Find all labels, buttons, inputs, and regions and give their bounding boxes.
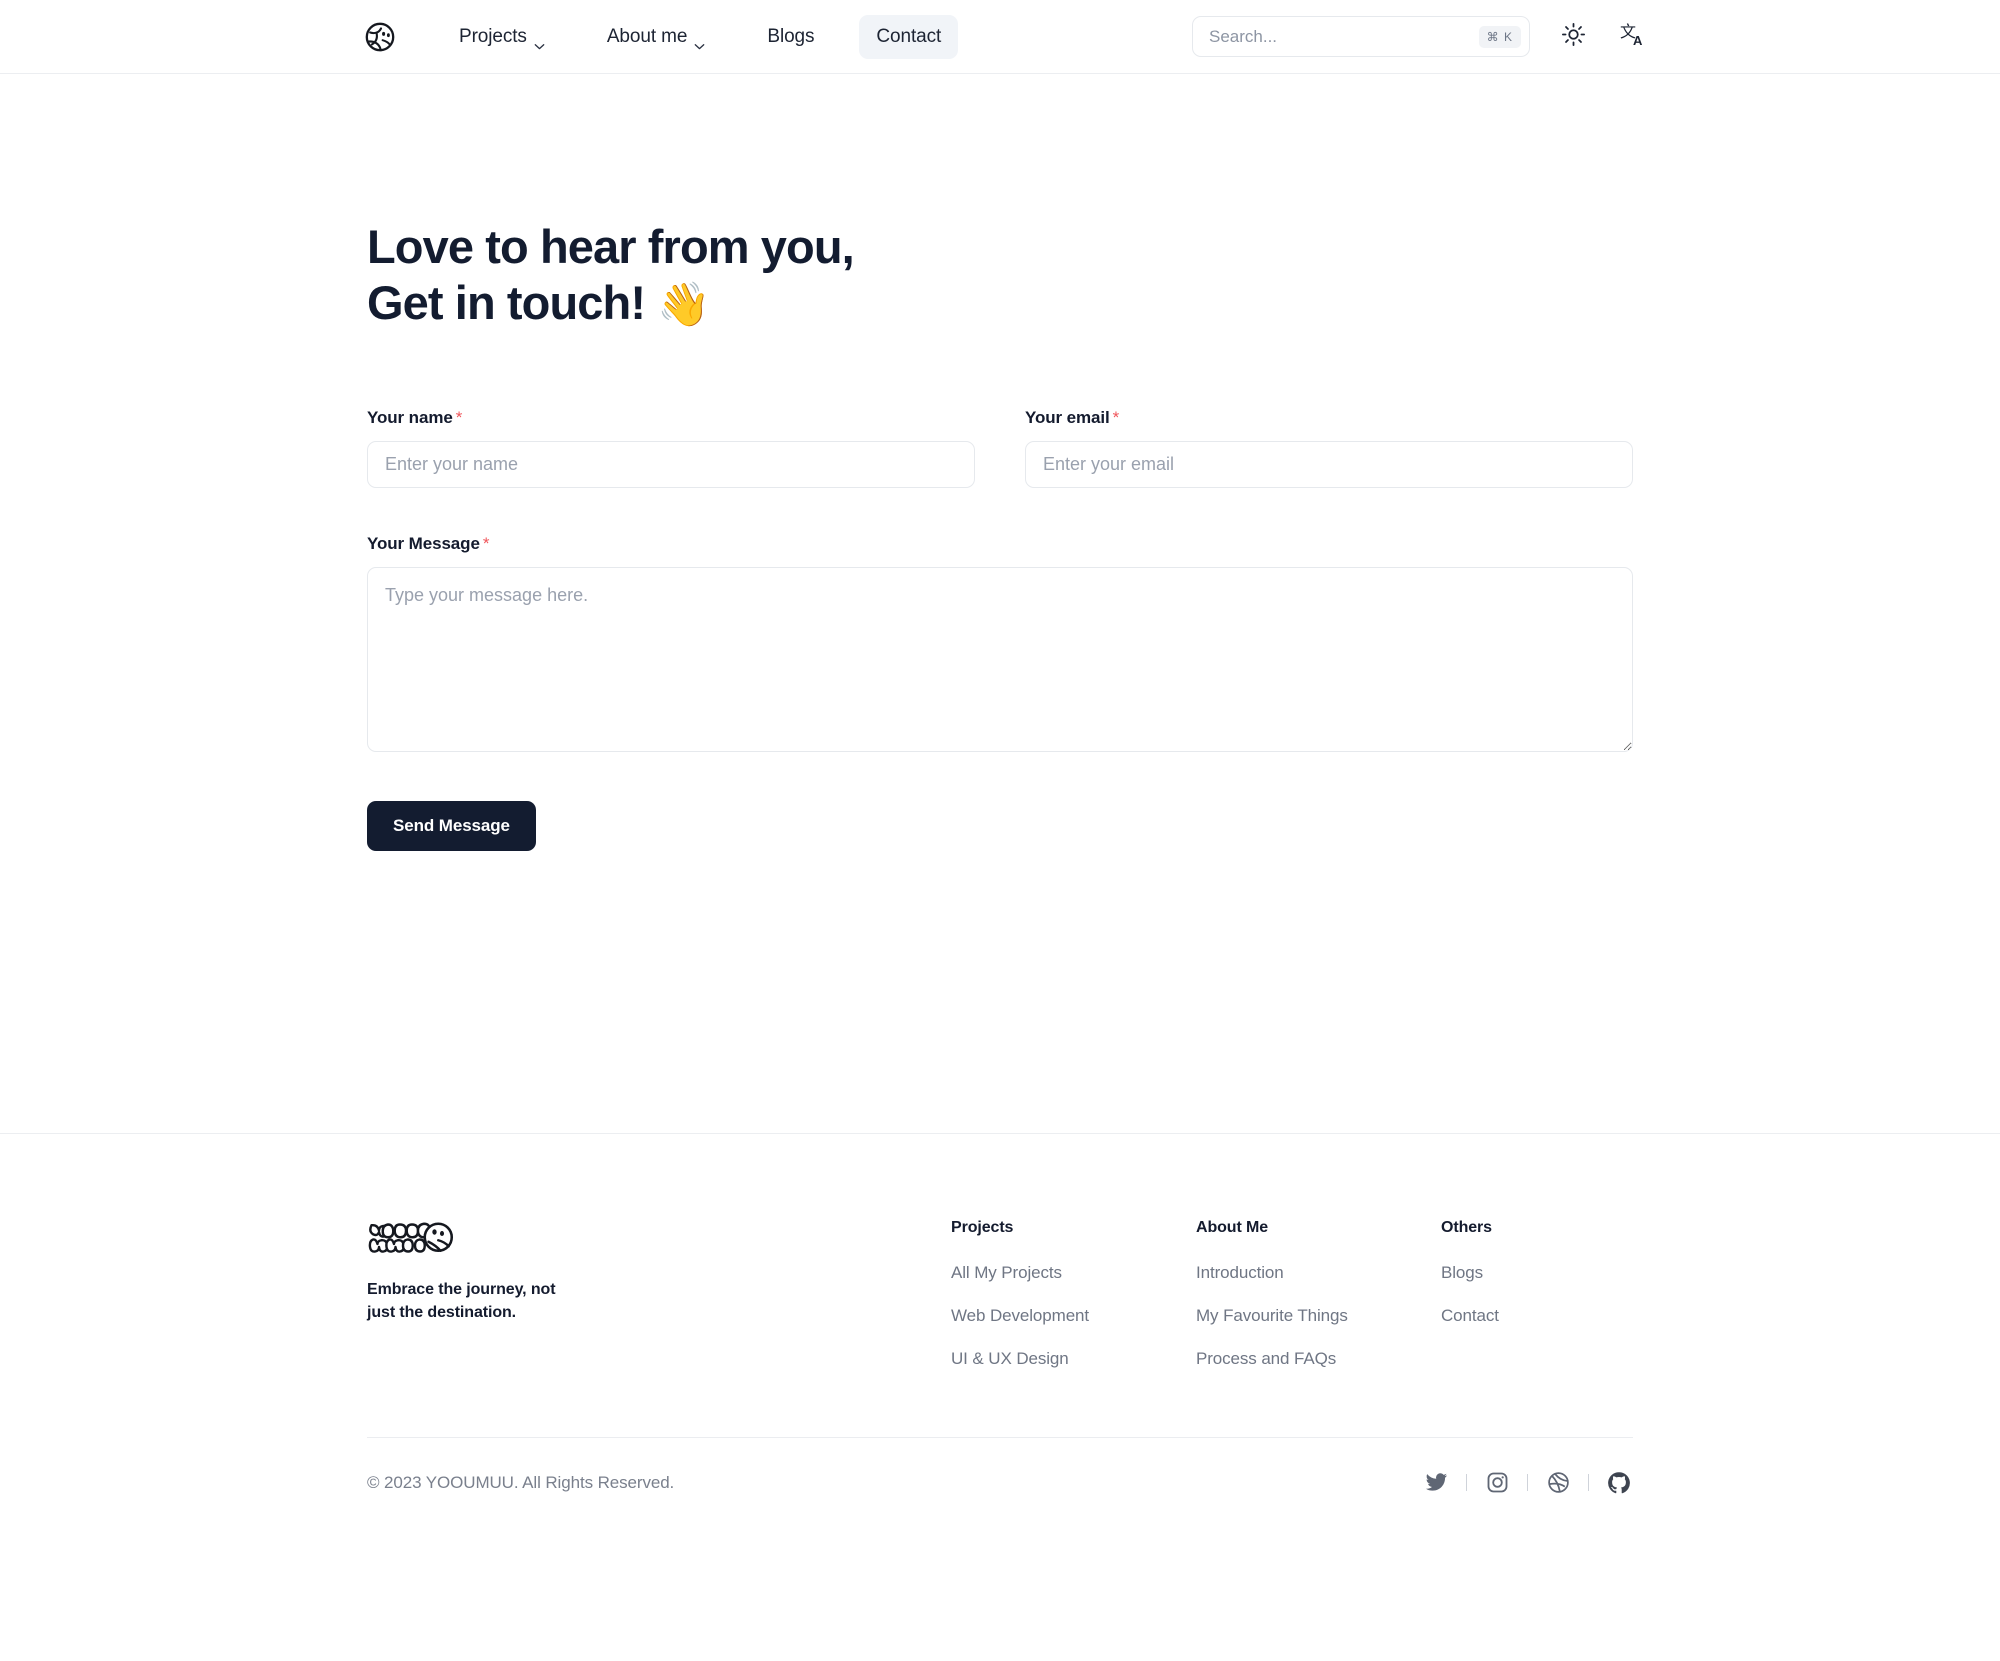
primary-navigation: Projects About me Blogs Contact [364, 14, 959, 59]
footer-column-title: Projects [951, 1218, 1014, 1236]
header-utilities: ⌘ K 文 A [1192, 16, 1650, 57]
footer-tagline: Embrace the journey, not just the destin… [367, 1279, 951, 1324]
nav-item-projects[interactable]: Projects [442, 15, 562, 59]
required-asterisk: * [1112, 407, 1120, 427]
chevron-down-icon [534, 34, 545, 50]
footer-link-my-favourite-things[interactable]: My Favourite Things [1196, 1306, 1441, 1326]
nav-item-about-me[interactable]: About me [590, 15, 723, 59]
input-your-message[interactable] [367, 566, 1633, 752]
send-message-button[interactable]: Send Message [367, 800, 536, 851]
footer-link-introduction[interactable]: Introduction [1196, 1263, 1441, 1283]
page-title-line-1: Love to hear from you, [367, 220, 855, 273]
waving-hand-icon: 👋 [657, 281, 711, 330]
sun-icon [1561, 22, 1586, 52]
instagram-icon[interactable] [1483, 1471, 1511, 1494]
nav-item-blogs[interactable]: Blogs [750, 15, 831, 59]
social-divider [1466, 1474, 1467, 1492]
site-logo-icon[interactable] [364, 21, 396, 53]
footer-tagline-line-1: Embrace the journey, not [367, 1280, 556, 1298]
footer-link-all-my-projects[interactable]: All My Projects [951, 1263, 1196, 1283]
page-title: Love to hear from you, Get in touch! 👋 [367, 219, 1633, 332]
label-text: Your name [367, 407, 453, 427]
footer-columns: Embrace the journey, not just the destin… [367, 1219, 1633, 1369]
footer-bottom-bar: © 2023 YOOUMUU. All Rights Reserved. [367, 1438, 1633, 1535]
field-your-email: Your email * [1025, 408, 1633, 488]
theme-toggle-button[interactable] [1556, 20, 1590, 54]
social-divider [1588, 1474, 1589, 1492]
label-your-name: Your name * [367, 408, 975, 428]
svg-text:A: A [1633, 33, 1643, 47]
contact-form: Your name* Your email* Your Message* Sen… [367, 408, 1633, 851]
contact-page-main: Love to hear from you, Get in touch! 👋 Y… [0, 219, 2000, 851]
page-title-line-2: Get in touch! 👋 [367, 275, 1633, 332]
footer-column-projects: Projects All My Projects Web Development… [951, 1219, 1196, 1369]
label-your-message: Your Message * [367, 534, 1633, 554]
twitter-icon[interactable] [1422, 1471, 1450, 1494]
site-header: Projects About me Blogs Contact Search..… [0, 0, 2000, 74]
field-your-name: Your name * [367, 408, 975, 488]
site-footer: Embrace the journey, not just the destin… [0, 1134, 2000, 1535]
label-text: Your email [1025, 407, 1110, 427]
footer-brand: Embrace the journey, not just the destin… [367, 1219, 951, 1324]
page-title-line-2-text: Get in touch! [367, 276, 646, 330]
footer-link-process-and-faqs[interactable]: Process and FAQs [1196, 1349, 1441, 1369]
footer-link-contact[interactable]: Contact [1441, 1306, 1686, 1326]
footer-wordmark-logo[interactable] [367, 1219, 457, 1257]
footer-column-title: Others [1441, 1218, 1492, 1236]
field-your-message: Your Message * [367, 534, 1633, 752]
input-your-email[interactable] [1025, 440, 1633, 488]
label-your-email: Your email * [1025, 408, 1633, 428]
required-asterisk: * [455, 407, 463, 427]
nav-item-label: Projects [459, 25, 527, 47]
search-shortcut-badge: ⌘ K [1478, 25, 1521, 48]
footer-link-ui-ux-design[interactable]: UI & UX Design [951, 1349, 1196, 1369]
nav-item-label: Contact [876, 25, 942, 47]
copyright-text: © 2023 YOOUMUU. All Rights Reserved. [367, 1472, 675, 1492]
social-divider [1527, 1474, 1528, 1492]
footer-link-blogs[interactable]: Blogs [1441, 1263, 1686, 1283]
footer-tagline-line-2: just the destination. [367, 1303, 517, 1321]
translate-icon: 文 A [1620, 21, 1646, 52]
github-icon[interactable] [1605, 1471, 1633, 1495]
search-input[interactable] [1209, 26, 1479, 47]
form-row-name-email: Your name* Your email* [367, 408, 1633, 488]
footer-link-web-development[interactable]: Web Development [951, 1306, 1196, 1326]
dribbble-icon[interactable] [1544, 1471, 1572, 1494]
social-links [1422, 1471, 1633, 1495]
required-asterisk: * [482, 533, 490, 553]
nav-item-label: Blogs [767, 25, 815, 47]
footer-column-title: About Me [1196, 1218, 1269, 1236]
chevron-down-icon [694, 34, 705, 50]
footer-column-others: Others Blogs Contact [1441, 1219, 1686, 1326]
nav-item-label: About me [606, 25, 688, 47]
search-box[interactable]: ⌘ K [1192, 16, 1530, 57]
label-text: Your Message [367, 533, 480, 553]
input-your-name[interactable] [367, 440, 975, 488]
footer-column-about-me: About Me Introduction My Favourite Thing… [1196, 1219, 1441, 1369]
language-toggle-button[interactable]: 文 A [1616, 20, 1650, 54]
nav-item-contact[interactable]: Contact [859, 14, 959, 59]
